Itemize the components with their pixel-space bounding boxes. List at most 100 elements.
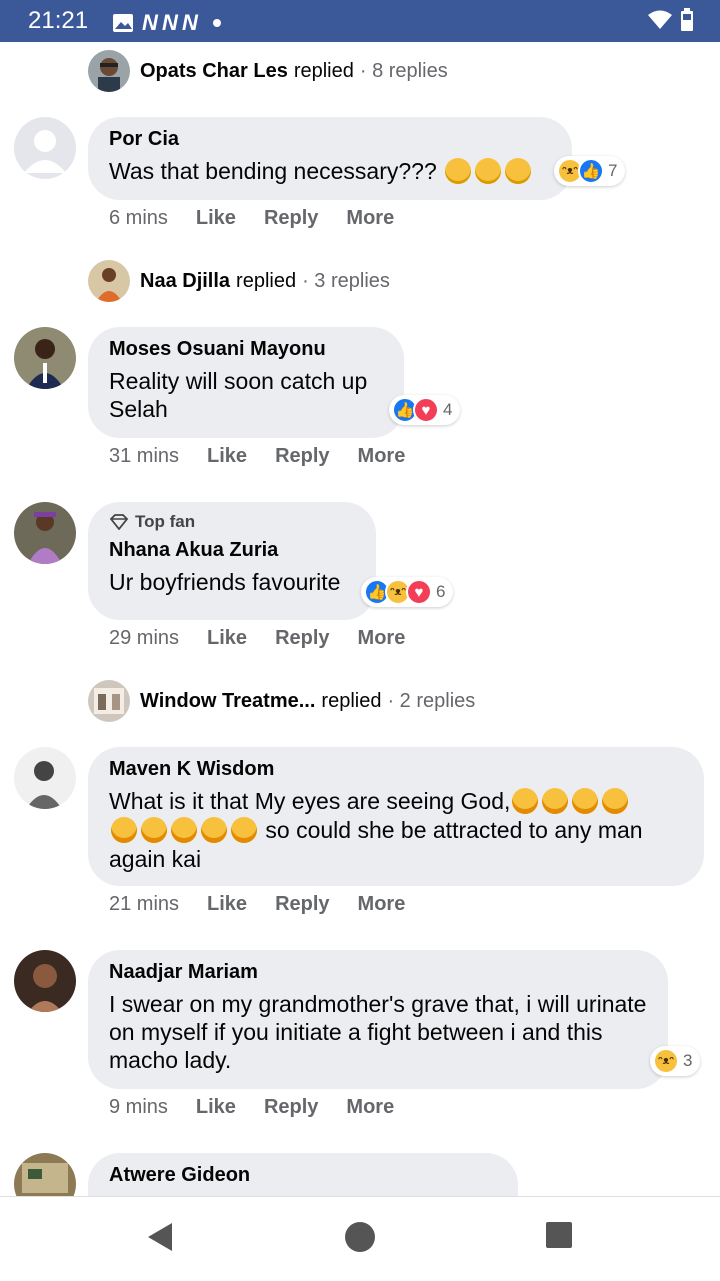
comment-time: 6 mins (109, 207, 168, 229)
home-circle-icon (345, 1222, 375, 1252)
top-fan-label: Top fan (135, 512, 196, 531)
reply-author[interactable]: Window Treatme... (140, 690, 315, 713)
reply-count: · 3 replies (302, 269, 390, 292)
recents-button[interactable] (545, 1221, 573, 1254)
rofl-emoji-icon (201, 816, 227, 843)
reply-button[interactable]: Reply (264, 207, 318, 230)
reply-summary[interactable]: Naa Djilla replied · 3 replies (88, 260, 390, 302)
comment-author[interactable]: Moses Osuani Mayonu (109, 337, 384, 361)
comment-text: Reality will soon catch up Selah (109, 368, 368, 422)
comment-author[interactable]: Maven K Wisdom (109, 757, 684, 781)
reaction-count: 6 (436, 582, 446, 601)
avatar[interactable] (14, 747, 76, 809)
rofl-emoji-icon (512, 787, 539, 814)
comment-text: Ur boyfriends favourite (109, 569, 341, 595)
reaction-summary[interactable]: 👍 ♥ 4 (389, 395, 461, 425)
top-fan-badge: Top fan (109, 512, 356, 532)
more-button[interactable]: More (358, 445, 406, 468)
reply-button[interactable]: Reply (275, 445, 329, 468)
more-button[interactable]: More (358, 627, 406, 650)
navigation-bar (0, 1196, 720, 1281)
battery-icon (681, 8, 693, 31)
comment-bubble[interactable]: Maven K Wisdom What is it that My eyes a… (88, 747, 704, 886)
comment-author[interactable]: Por Cia (109, 127, 552, 151)
like-reaction-icon: 👍 (578, 158, 604, 184)
rofl-emoji-icon (572, 787, 599, 814)
comment-bubble[interactable]: Moses Osuani Mayonu Reality will soon ca… (88, 327, 404, 438)
like-button[interactable]: Like (196, 1096, 236, 1119)
avatar[interactable] (14, 1153, 76, 1196)
more-button[interactable]: More (346, 207, 394, 230)
rofl-emoji-icon (171, 816, 197, 843)
avatar (88, 260, 130, 302)
status-bar: 21:21 N N N (0, 0, 720, 42)
comment-actions: 31 mins Like Reply More (109, 445, 433, 468)
back-triangle-icon (148, 1223, 172, 1251)
notification-n-icons: N N N (142, 10, 198, 35)
avatar[interactable] (14, 327, 76, 389)
reply-button[interactable]: Reply (275, 627, 329, 650)
reply-summary[interactable]: Opats Char Les replied · 8 replies (88, 50, 448, 92)
comment-text: What is it that My eyes are seeing God, … (109, 787, 643, 872)
reply-count: · 2 replies (387, 689, 476, 712)
comment-author[interactable]: Naadjar Mariam (109, 960, 648, 984)
love-reaction-icon: ♥ (413, 397, 439, 423)
like-button[interactable]: Like (207, 893, 247, 916)
more-button[interactable]: More (346, 1096, 394, 1119)
comment-author[interactable]: Atwere Gideon (109, 1163, 498, 1187)
status-time: 21:21 (28, 7, 89, 34)
reaction-summary[interactable]: 👍 ᵔᴥᵔ ♥ 6 (361, 577, 454, 607)
reply-button[interactable]: Reply (275, 893, 329, 916)
comments-thread: Opats Char Les replied · 8 replies Por C… (0, 42, 720, 1196)
system-icons (648, 8, 694, 32)
recents-square-icon (546, 1222, 572, 1248)
comment-bubble[interactable]: Por Cia Was that bending necessary??? (88, 117, 572, 200)
reply-verb: replied (321, 689, 382, 712)
reaction-summary[interactable]: ᵔᴥᵔ 👍 7 (554, 156, 626, 186)
reaction-count: 4 (443, 400, 453, 419)
reply-verb: replied (236, 269, 297, 292)
gallery-icon (113, 14, 133, 32)
more-notifications-dot (212, 19, 221, 27)
comment-time: 9 mins (109, 1096, 168, 1118)
home-button[interactable] (344, 1221, 376, 1258)
avatar[interactable] (14, 950, 76, 1012)
wifi-icon (648, 10, 672, 29)
rofl-emoji-icon (602, 787, 629, 814)
comment-time: 29 mins (109, 627, 180, 649)
reply-button[interactable]: Reply (264, 1096, 318, 1119)
comment-bubble[interactable]: Naadjar Mariam I swear on my grandmother… (88, 950, 668, 1089)
reply-verb: replied (293, 59, 354, 82)
reply-summary[interactable]: Window Treatme... replied · 2 replies (88, 680, 475, 722)
comment-actions: 21 mins Like Reply More (109, 893, 433, 916)
more-button[interactable]: More (358, 893, 406, 916)
back-button[interactable] (146, 1221, 174, 1258)
like-button[interactable]: Like (207, 445, 247, 468)
comment-actions: 29 mins Like Reply More (109, 627, 433, 650)
comment-actions: 9 mins Like Reply More (109, 1096, 422, 1119)
love-reaction-icon: ♥ (406, 579, 432, 605)
comment-author[interactable]: Nhana Akua Zuria (109, 538, 356, 562)
smirk-emoji-icon (445, 157, 472, 184)
reaction-summary[interactable]: ᵔᴥᵔ 3 (650, 1046, 701, 1076)
rofl-emoji-icon (141, 816, 167, 843)
avatar[interactable] (14, 502, 76, 564)
comment-text: Was that bending necessary??? (109, 157, 552, 186)
reply-author[interactable]: Opats Char Les (140, 60, 288, 83)
comment-actions: 6 mins Like Reply More (109, 207, 422, 230)
notification-icons: N N N (112, 10, 221, 36)
comment-time: 31 mins (109, 445, 180, 467)
comment-time: 21 mins (109, 893, 180, 915)
like-button[interactable]: Like (196, 207, 236, 230)
avatar[interactable] (14, 117, 76, 179)
comment-text: I swear on my grandmother's grave that, … (109, 991, 647, 1073)
diamond-icon (109, 514, 129, 530)
avatar (88, 50, 130, 92)
comment-bubble[interactable]: Atwere Gideon (88, 1153, 518, 1196)
rofl-emoji-icon (111, 816, 137, 843)
reply-author[interactable]: Naa Djilla (140, 270, 230, 293)
smirk-emoji-icon (505, 157, 532, 184)
avatar (88, 680, 130, 722)
comment-bubble[interactable]: Top fan Nhana Akua Zuria Ur boyfriends f… (88, 502, 376, 620)
like-button[interactable]: Like (207, 627, 247, 650)
